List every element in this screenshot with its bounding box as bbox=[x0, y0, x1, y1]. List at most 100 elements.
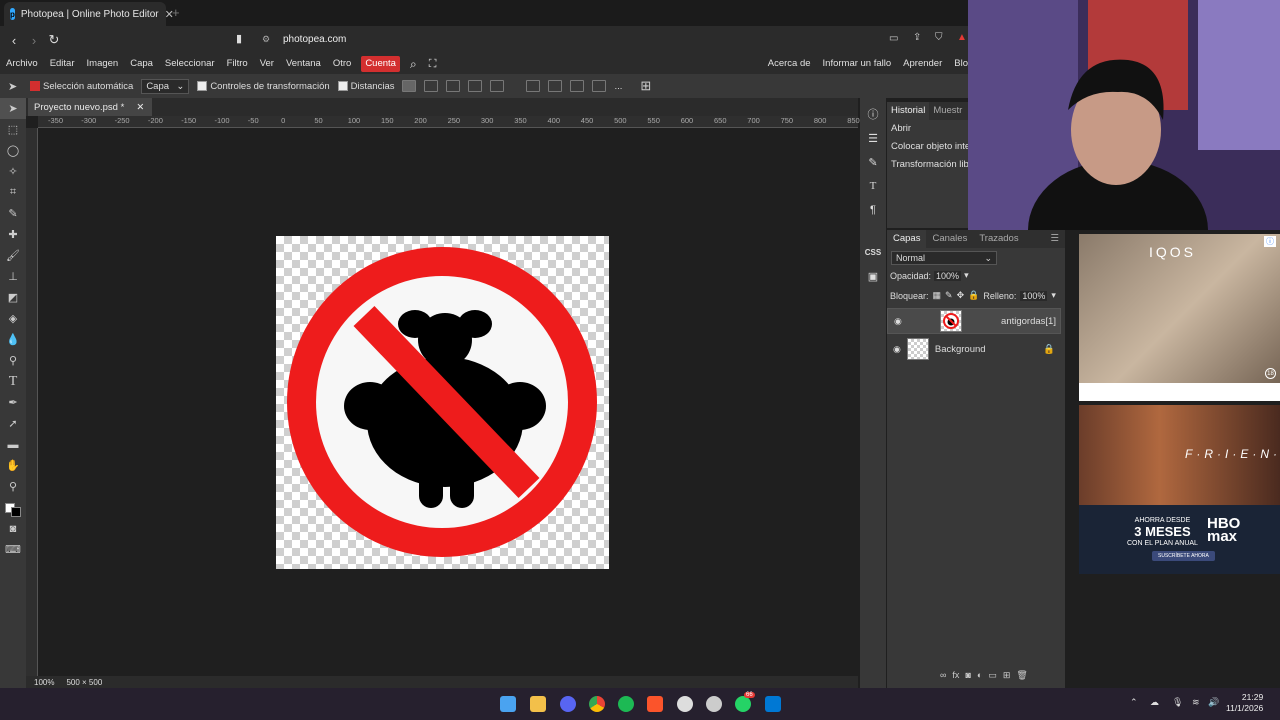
zoom-level[interactable]: 100% bbox=[34, 678, 54, 687]
tab-swatches[interactable]: Muestr bbox=[929, 102, 966, 120]
subscribe-button[interactable]: SUSCRÍBETE AHORA bbox=[1152, 551, 1215, 561]
reload-icon[interactable]: ↻ bbox=[44, 32, 64, 48]
magic-wand-tool-icon[interactable]: ✧ bbox=[0, 161, 26, 182]
new-layer-icon[interactable]: ⊞ bbox=[1003, 670, 1011, 681]
eraser-tool-icon[interactable]: ◩ bbox=[0, 287, 26, 308]
crop-tool-icon[interactable]: ⌗ bbox=[0, 182, 26, 203]
ad-info-icon[interactable]: ⓘ bbox=[1264, 236, 1276, 247]
lock-transparency-icon[interactable]: ▦ bbox=[933, 290, 942, 301]
browser-tab[interactable]: p Photopea | Online Photo Editor ✕ bbox=[4, 2, 174, 26]
opacity-dropdown-icon[interactable]: ▾ bbox=[964, 270, 969, 281]
tab-layers[interactable]: Capas bbox=[887, 230, 927, 248]
layer-mask-icon[interactable]: ◙ bbox=[965, 670, 970, 681]
tab-paths[interactable]: Trazados bbox=[973, 230, 1024, 248]
panel-menu-icon[interactable]: ☰ bbox=[1044, 230, 1065, 248]
move-tool-icon[interactable]: ➤ bbox=[0, 98, 26, 119]
delete-layer-icon[interactable]: 🗑 bbox=[1016, 670, 1027, 681]
ad-iqos[interactable]: IQOS ⓘ 18 bbox=[1079, 234, 1280, 401]
spotify-icon[interactable] bbox=[618, 696, 634, 712]
distribute-vertical-icon[interactable] bbox=[592, 80, 607, 92]
menu-about[interactable]: Acerca de bbox=[762, 54, 817, 74]
menu-capa[interactable]: Capa bbox=[124, 54, 159, 74]
menu-report-bug[interactable]: Informar un fallo bbox=[817, 54, 898, 74]
eye-icon[interactable]: ◉ bbox=[894, 316, 902, 327]
start-icon[interactable] bbox=[500, 696, 516, 712]
menu-ventana[interactable]: Ventana bbox=[280, 54, 327, 74]
layer-row[interactable]: ◉ Background 🔒 bbox=[887, 336, 1061, 362]
distances-checkbox[interactable]: Distancias bbox=[337, 81, 394, 92]
ad-hbo-max[interactable]: F·R·I·E·N·D·S AHORRA DESDE 3 MESES CON E… bbox=[1079, 405, 1280, 574]
forward-icon[interactable]: › bbox=[24, 33, 44, 48]
history-item[interactable]: Abrir bbox=[887, 120, 968, 138]
type-tool-icon[interactable]: T bbox=[0, 371, 26, 392]
menu-otro[interactable]: Otro bbox=[327, 54, 357, 74]
menu-learn[interactable]: Aprender bbox=[897, 54, 948, 74]
color-swatches[interactable] bbox=[0, 497, 26, 518]
opacity-input[interactable]: 100% bbox=[934, 270, 962, 281]
rewards-icon[interactable]: ▲ bbox=[957, 32, 967, 43]
healing-tool-icon[interactable]: ✚ bbox=[0, 224, 26, 245]
back-icon[interactable]: ‹ bbox=[4, 33, 24, 48]
path-select-tool-icon[interactable]: ➚ bbox=[0, 413, 26, 434]
menu-imagen[interactable]: Imagen bbox=[81, 54, 125, 74]
layer-effects-icon[interactable]: fx bbox=[952, 670, 959, 681]
screen-icon[interactable]: ▭ bbox=[889, 33, 898, 44]
distribute-icon[interactable] bbox=[490, 80, 505, 92]
layer-name[interactable]: Background bbox=[935, 344, 986, 355]
adjustments-icon[interactable]: ☰ bbox=[860, 126, 886, 150]
chevron-up-icon[interactable]: ⌃ bbox=[1130, 697, 1138, 708]
fullscreen-icon[interactable]: ⛶ bbox=[423, 54, 443, 74]
zoom-tool-icon[interactable]: ⚲ bbox=[0, 476, 26, 497]
history-item[interactable]: Transformación lib bbox=[887, 156, 968, 174]
align-bottom-icon[interactable] bbox=[570, 80, 585, 92]
menu-blog[interactable]: Blo bbox=[948, 54, 968, 74]
document-tab[interactable]: Proyecto nuevo.psd * ✕ bbox=[28, 98, 153, 116]
info-icon[interactable]: ⓘ bbox=[860, 102, 886, 126]
stamp-tool-icon[interactable]: ⊥ bbox=[0, 266, 26, 287]
align-center-icon[interactable] bbox=[446, 80, 461, 92]
discord-icon[interactable] bbox=[560, 696, 576, 712]
account-button[interactable]: Cuenta bbox=[361, 56, 400, 72]
fill-dropdown-icon[interactable]: ▾ bbox=[1051, 290, 1056, 301]
menu-archivo[interactable]: Archivo bbox=[0, 54, 44, 74]
image-icon[interactable]: ▣ bbox=[860, 264, 886, 288]
tab-history[interactable]: Historial bbox=[887, 102, 930, 120]
cloud-icon[interactable]: ☁ bbox=[1150, 697, 1159, 708]
history-item[interactable]: Colocar objeto inte bbox=[887, 138, 968, 156]
auto-select-checkbox[interactable]: Selección automática bbox=[30, 81, 133, 92]
lock-all-icon[interactable]: 🔒 bbox=[968, 290, 979, 301]
align-top-icon[interactable] bbox=[526, 80, 541, 92]
layer-name[interactable]: antigordas[1] bbox=[1001, 316, 1056, 327]
store-icon[interactable] bbox=[765, 696, 781, 712]
document-canvas[interactable] bbox=[276, 236, 609, 569]
fill-tool-icon[interactable]: ◈ bbox=[0, 308, 26, 329]
adjustment-layer-icon[interactable]: ◐ bbox=[977, 670, 982, 681]
auto-select-target-dropdown[interactable]: Capa ⌄ bbox=[141, 78, 190, 94]
site-info-icon[interactable]: ⚙ bbox=[262, 34, 270, 45]
lock-pixels-icon[interactable]: ✎ bbox=[945, 290, 953, 301]
menu-filtro[interactable]: Filtro bbox=[221, 54, 254, 74]
obs-icon[interactable] bbox=[706, 696, 722, 712]
marquee-tool-icon[interactable]: ⬚ bbox=[0, 119, 26, 140]
brave-icon[interactable] bbox=[647, 696, 663, 712]
pen-tool-icon[interactable]: ✒ bbox=[0, 392, 26, 413]
share-icon[interactable]: ⇪ bbox=[913, 32, 921, 43]
eyedropper-tool-icon[interactable]: ✎ bbox=[0, 203, 26, 224]
blur-tool-icon[interactable]: 💧 bbox=[0, 329, 26, 350]
hand-tool-icon[interactable]: ✋ bbox=[0, 455, 26, 476]
new-tab-icon[interactable]: + bbox=[172, 5, 180, 20]
align-middle-icon[interactable] bbox=[548, 80, 563, 92]
lasso-tool-icon[interactable]: ◯ bbox=[0, 140, 26, 161]
bookmark-icon[interactable]: ▮ bbox=[236, 32, 242, 45]
dodge-tool-icon[interactable]: ⚲ bbox=[0, 350, 26, 371]
fill-input[interactable]: 100% bbox=[1020, 290, 1048, 301]
character-icon[interactable]: T bbox=[860, 174, 886, 198]
file-explorer-icon[interactable] bbox=[530, 696, 546, 712]
volume-icon[interactable]: 🔊 bbox=[1208, 697, 1219, 708]
whatsapp-icon[interactable] bbox=[735, 696, 751, 712]
new-folder-icon[interactable]: ▭ bbox=[988, 670, 997, 681]
grid-icon[interactable]: ⊞ bbox=[640, 78, 651, 94]
system-clock[interactable]: 21:29 11/1/2026 bbox=[1226, 692, 1263, 714]
download-icon[interactable] bbox=[402, 80, 417, 92]
paragraph-icon[interactable]: ¶ bbox=[860, 198, 886, 222]
